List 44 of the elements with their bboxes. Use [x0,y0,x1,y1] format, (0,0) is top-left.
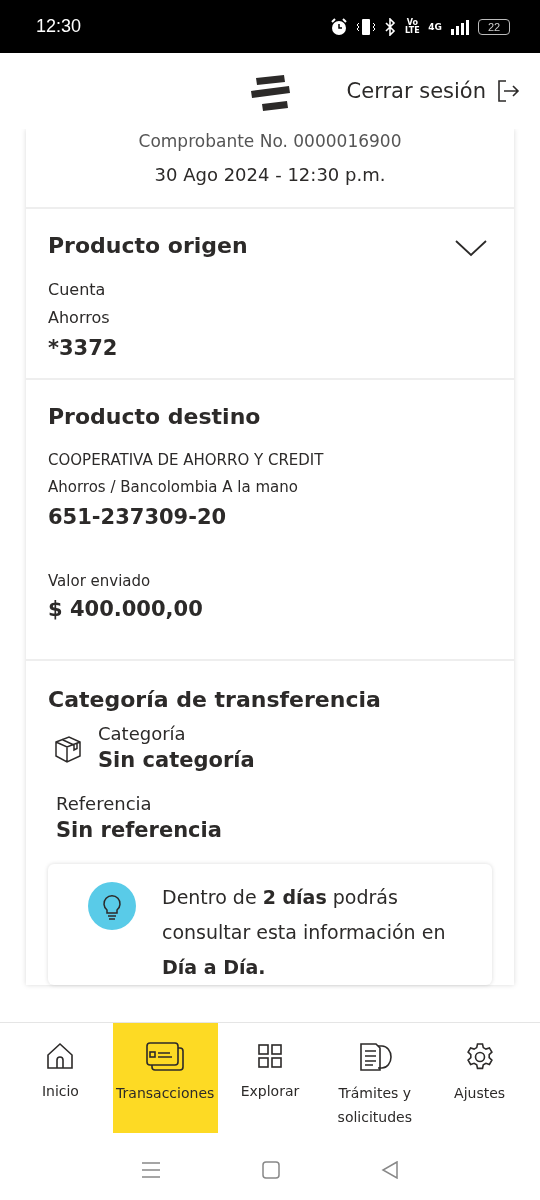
reference-value: Sin referencia [56,818,223,842]
nav-tab[interactable]: Trámites y solicitudes [322,1023,428,1133]
battery-level: 22 [478,18,510,35]
amount-label: Valor enviado [48,571,152,592]
section-title: Categoría de transferencia [48,687,381,712]
document-icon [357,1041,392,1073]
credit-card-icon [145,1041,186,1073]
back-icon[interactable] [381,1161,400,1179]
account-number: 651-237309-20 [48,505,228,529]
category-label: Categoría [98,722,187,746]
box-icon [54,734,82,764]
nav-tab[interactable]: Explorar [217,1023,323,1133]
section-title: Producto origen [48,233,248,258]
account-detail: Ahorros / Bancolombia A la mano [48,477,299,498]
logout-button[interactable]: Cerrar sesión [346,79,520,103]
status-time: 12:30 [36,16,82,37]
bluetooth-icon [384,17,397,36]
vibrate-icon [356,17,377,36]
network-label: 4G [428,21,442,32]
receipt-number: Comprobante No. 0000016900 [137,130,403,153]
nav-tab[interactable]: Ajustes [427,1023,532,1133]
account-detail: Ahorros [48,307,111,329]
reference-label: Referencia [56,792,153,816]
chevron-icon [454,239,488,257]
logo-icon [250,75,292,111]
account-detail: COOPERATIVA DE AHORRO Y CREDIT [48,450,325,471]
menu-icon[interactable] [140,1161,161,1179]
section-title: Producto destino [48,404,261,429]
home-button-icon[interactable] [262,1161,280,1179]
alarm-icon [330,17,349,36]
nav-tab[interactable]: Transacciones [112,1023,218,1133]
receipt-date: 30 Ago 2024 - 12:30 p.m. [153,163,387,187]
lightbulb-icon [88,882,136,930]
account-detail: Cuenta [48,279,107,301]
volte-label: Vo LTE [404,18,421,35]
grid-icon [255,1041,285,1071]
nav-tab[interactable]: Inicio [8,1023,113,1133]
logout-icon [496,79,520,103]
account-number: *3372 [48,336,119,360]
signal-icon [450,17,470,36]
info-text: Dentro de 2 días podrás consultar esta información en Día a Día. [162,885,447,980]
home-icon [45,1041,76,1071]
category-value: Sin categoría [98,748,255,772]
amount-value: $ 400.000,00 [48,597,204,621]
